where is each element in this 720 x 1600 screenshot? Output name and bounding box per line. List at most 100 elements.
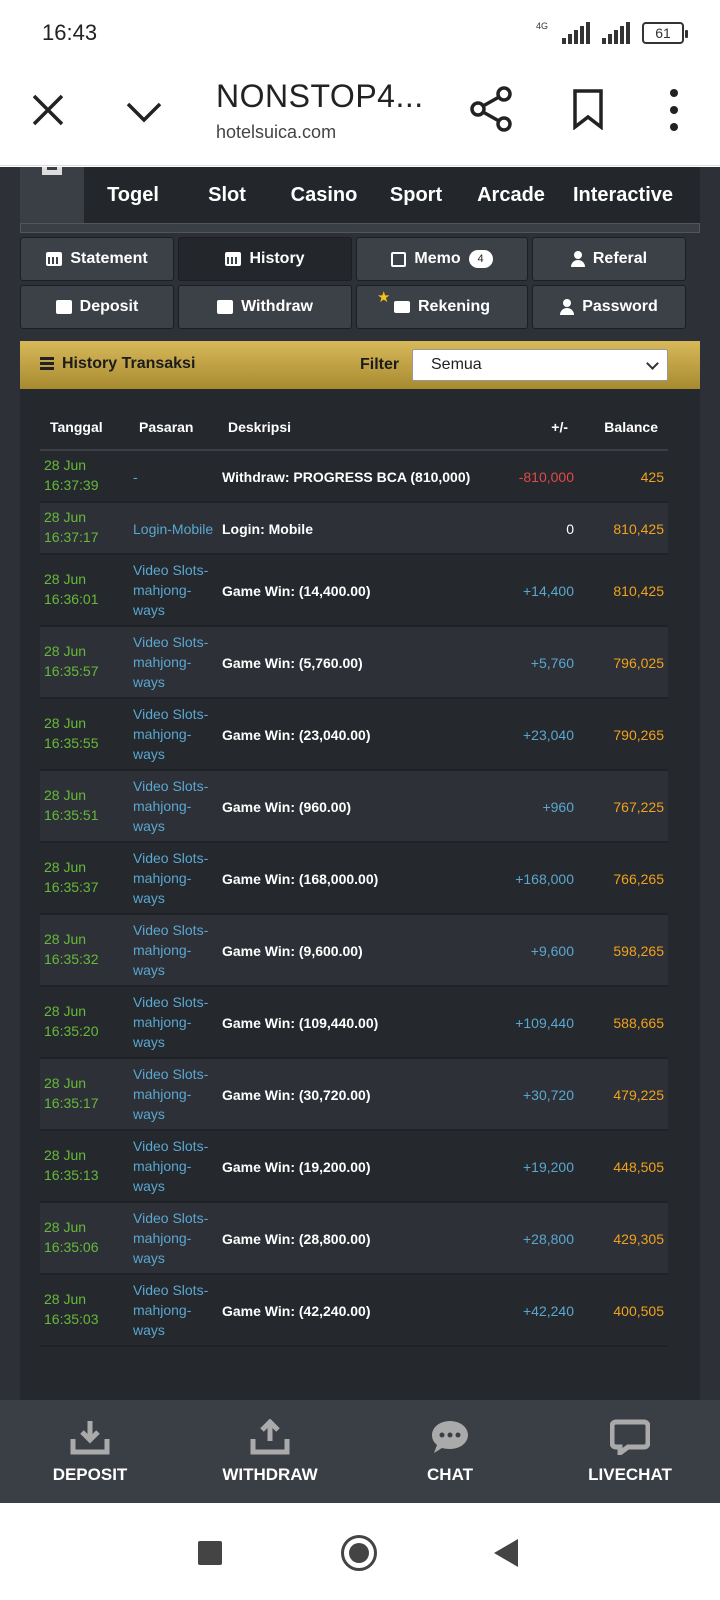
row-description: Game Win: (23,040.00)	[222, 727, 371, 743]
row-pasaran[interactable]: ways	[133, 1176, 165, 1196]
row-pasaran[interactable]: Video Slots-	[133, 1208, 208, 1228]
row-pasaran[interactable]: Video Slots-	[133, 776, 208, 796]
row-pasaran[interactable]: Video Slots-	[133, 632, 208, 652]
deposit-button[interactable]: Deposit	[20, 285, 174, 329]
close-icon[interactable]	[30, 92, 66, 128]
row-pasaran[interactable]: Login-Mobile	[133, 519, 213, 539]
row-pasaran[interactable]: ways	[133, 600, 165, 620]
nav-togel[interactable]: Togel	[84, 184, 182, 207]
row-pasaran[interactable]: ways	[133, 1320, 165, 1340]
chevron-down-icon[interactable]	[124, 94, 164, 130]
row-date: 28 Jun	[44, 643, 87, 659]
col-deskripsi: Deskripsi	[228, 419, 292, 435]
status-bar: 16:43 4G 61	[0, 0, 720, 70]
rekening-button[interactable]: ★ Rekening	[356, 285, 528, 329]
row-amount: 0	[566, 521, 574, 537]
password-button[interactable]: Password	[532, 285, 686, 329]
row-pasaran[interactable]: mahjong-	[133, 724, 191, 744]
table-row: 28 Jun 16:35:13 Video Slots-mahjong-ways Ga…	[40, 1131, 668, 1203]
download-icon	[70, 1420, 110, 1454]
nav-interactive[interactable]: Interactive	[566, 184, 680, 207]
memo-count-badge: 4	[468, 250, 493, 268]
row-pasaran[interactable]: Video Slots-	[133, 704, 208, 724]
battery-icon: 61	[642, 22, 688, 44]
star-icon: ★	[377, 289, 391, 306]
row-pasaran[interactable]: ways	[133, 744, 165, 764]
history-button[interactable]: History	[178, 237, 352, 281]
network-type: 4G	[535, 21, 548, 31]
nav-arcade[interactable]: Arcade	[456, 184, 566, 207]
row-balance: 796,025	[613, 655, 664, 671]
row-amount: +14,400	[523, 583, 574, 599]
row-pasaran[interactable]: mahjong-	[133, 1084, 191, 1104]
row-time: 16:35:32	[44, 951, 99, 967]
row-date: 28 Jun	[44, 715, 87, 731]
history-panel: History Transaksi Filter Semua Tanggal P…	[20, 341, 700, 1400]
page-url[interactable]: hotelsuica.com	[216, 122, 336, 143]
statement-button[interactable]: Statement	[20, 237, 174, 281]
row-amount: +42,240	[523, 1303, 574, 1319]
row-pasaran[interactable]: mahjong-	[133, 1300, 191, 1320]
home-icon[interactable]	[341, 1535, 377, 1571]
nav-slot[interactable]: Slot	[182, 184, 272, 207]
row-pasaran[interactable]: mahjong-	[133, 868, 191, 888]
row-pasaran[interactable]: mahjong-	[133, 652, 191, 672]
row-pasaran[interactable]: Video Slots-	[133, 1280, 208, 1300]
row-amount: +30,720	[523, 1087, 574, 1103]
bottom-deposit-button[interactable]: DEPOSIT	[0, 1400, 180, 1503]
row-pasaran[interactable]: mahjong-	[133, 940, 191, 960]
row-pasaran[interactable]: mahjong-	[133, 1228, 191, 1248]
game-nav: Togel Slot Casino Sport Arcade Interacti…	[20, 167, 700, 223]
row-balance: 479,225	[613, 1087, 664, 1103]
row-pasaran[interactable]: Video Slots-	[133, 1064, 208, 1084]
row-pasaran[interactable]: mahjong-	[133, 796, 191, 816]
status-icons: 4G 61	[535, 21, 688, 44]
row-pasaran[interactable]: ways	[133, 672, 165, 692]
row-amount: -810,000	[518, 469, 574, 485]
bottom-withdraw-button[interactable]: WITHDRAW	[180, 1400, 360, 1503]
row-pasaran[interactable]: mahjong-	[133, 1156, 191, 1176]
briefcase-icon	[393, 301, 410, 313]
row-time: 16:37:39	[44, 477, 99, 493]
row-pasaran[interactable]: Video Slots-	[133, 848, 208, 868]
row-pasaran[interactable]: Video Slots-	[133, 1136, 208, 1156]
row-pasaran[interactable]: ways	[133, 1248, 165, 1268]
signal-icon	[562, 22, 590, 44]
bottom-livechat-button[interactable]: LIVECHAT	[540, 1400, 720, 1503]
more-vert-icon[interactable]	[664, 88, 684, 132]
row-pasaran[interactable]: -	[133, 467, 138, 487]
col-tanggal: Tanggal	[50, 419, 103, 435]
row-pasaran[interactable]: Video Slots-	[133, 992, 208, 1012]
row-pasaran[interactable]: ways	[133, 1104, 165, 1124]
row-balance: 588,665	[613, 1015, 664, 1031]
user-icon	[570, 251, 585, 267]
bottom-chat-button[interactable]: CHAT	[360, 1400, 540, 1503]
back-icon[interactable]	[494, 1539, 518, 1567]
row-pasaran[interactable]: ways	[133, 1032, 165, 1052]
memo-button[interactable]: Memo 4	[356, 237, 528, 281]
table-header: Tanggal Pasaran Deskripsi +/- Balance	[40, 403, 668, 451]
row-date: 28 Jun	[44, 787, 87, 803]
bookmark-icon[interactable]	[572, 88, 604, 130]
row-pasaran[interactable]: mahjong-	[133, 1012, 191, 1032]
row-pasaran[interactable]: ways	[133, 960, 165, 980]
home-nav-button[interactable]	[20, 167, 84, 223]
upload-icon	[250, 1418, 290, 1454]
nav-casino[interactable]: Casino	[272, 184, 376, 207]
row-description: Game Win: (14,400.00)	[222, 583, 371, 599]
row-description: Game Win: (19,200.00)	[222, 1159, 371, 1175]
row-pasaran[interactable]: Video Slots-	[133, 920, 208, 940]
share-icon[interactable]	[470, 86, 514, 132]
row-description: Withdraw: PROGRESS BCA (810,000)	[222, 469, 471, 485]
recents-icon[interactable]	[198, 1541, 222, 1565]
row-pasaran[interactable]: ways	[133, 816, 165, 836]
row-pasaran[interactable]: ways	[133, 888, 165, 908]
row-date: 28 Jun	[44, 571, 87, 587]
filter-select[interactable]: Semua	[412, 349, 668, 381]
nav-sport[interactable]: Sport	[376, 184, 456, 207]
row-pasaran[interactable]: Video Slots-	[133, 560, 208, 580]
withdraw-button[interactable]: Withdraw	[178, 285, 352, 329]
row-pasaran[interactable]: mahjong-	[133, 580, 191, 600]
row-amount: +5,760	[530, 655, 574, 671]
referal-button[interactable]: Referal	[532, 237, 686, 281]
